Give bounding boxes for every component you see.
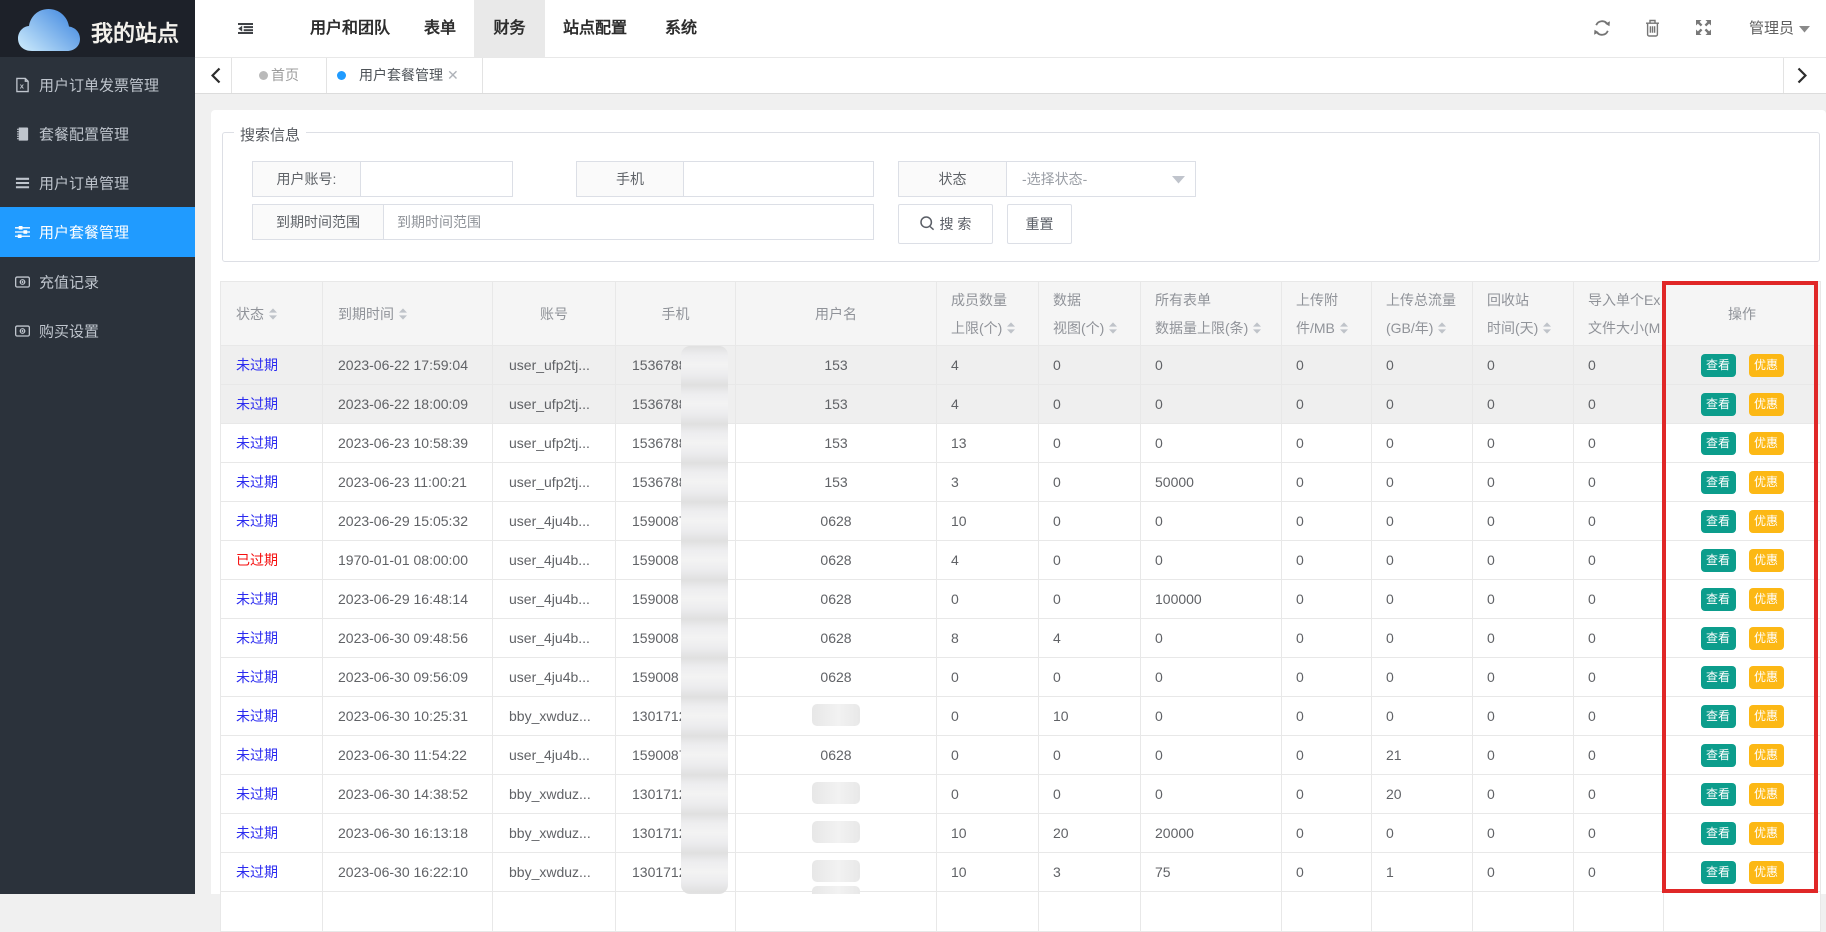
svg-text:0: 0 (21, 280, 24, 286)
svg-text:0: 0 (21, 329, 24, 335)
svg-text:x: x (20, 81, 25, 90)
